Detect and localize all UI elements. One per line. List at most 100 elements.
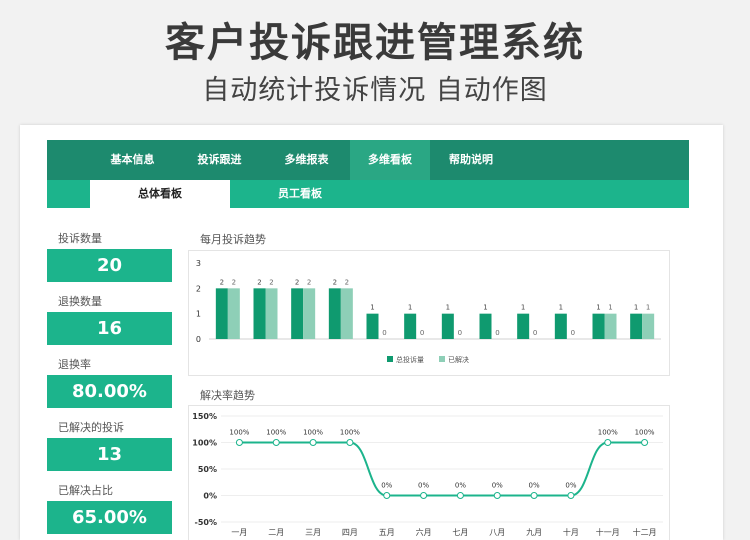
bar-data-label: 0 [382, 329, 386, 337]
bar-data-label: 1 [370, 304, 374, 312]
bar-data-label: 2 [333, 278, 337, 286]
bar-data-label: 1 [596, 304, 600, 312]
line-point [530, 492, 538, 499]
bar-resolved [340, 288, 353, 339]
dashboard-sheet: 基本信息 投诉跟进 多维报表 多维看板 帮助说明 总体看板 员工看板 投诉数量 … [20, 125, 723, 540]
bar-data-label: 0 [420, 329, 424, 337]
bar-data-label: 0 [571, 329, 575, 337]
y-tick-label: 0% [203, 492, 217, 501]
x-tick-label: 十一月 [596, 527, 620, 537]
y-tick-label: 150% [192, 412, 217, 421]
line-data-label: 100% [340, 429, 360, 437]
line-point [456, 492, 464, 499]
bar-data-label: 2 [220, 278, 224, 286]
y-tick-label: 3 [196, 259, 201, 268]
y-tick-label: 100% [192, 439, 217, 448]
x-tick-label: 十月 [563, 527, 579, 537]
bar-resolved [604, 313, 617, 339]
x-tick-label: 二月 [268, 528, 284, 537]
hero-title: 客户投诉跟进管理系统 [165, 20, 585, 66]
kpi-label-return-rate: 退换率 [58, 358, 91, 371]
main-nav: 基本信息 投诉跟进 多维报表 多维看板 帮助说明 [47, 140, 689, 180]
kpi-value-return-rate: 80.00% [47, 375, 172, 408]
bar-total [554, 313, 567, 339]
bar-data-label: 1 [408, 304, 412, 312]
line-data-label: 100% [266, 429, 286, 437]
bar-data-label: 2 [269, 278, 273, 286]
line-point [309, 439, 317, 446]
bar-data-label: 2 [295, 278, 299, 286]
legend-swatch [387, 356, 393, 362]
bar-data-label: 2 [307, 278, 311, 286]
tab-help[interactable]: 帮助说明 [430, 140, 512, 180]
x-tick-label: 五月 [379, 528, 395, 537]
x-tick-label: 九月 [526, 528, 542, 537]
kpi-label-resolved: 已解决的投诉 [58, 421, 124, 434]
line-data-label: 0% [455, 482, 466, 490]
kpi-label-complaints: 投诉数量 [58, 232, 102, 245]
x-tick-label: 六月 [416, 527, 432, 537]
kpi-value-resolved-ratio: 65.00% [47, 501, 172, 534]
bar-total [215, 288, 228, 339]
bar-total [592, 313, 605, 339]
y-tick-label: 1 [196, 310, 201, 319]
x-tick-label: 四月 [342, 528, 358, 537]
tab-overall-dashboard[interactable]: 总体看板 [90, 180, 230, 208]
line-data-label: 100% [598, 429, 618, 437]
line-point [420, 492, 428, 499]
kpi-value-returns: 16 [47, 312, 172, 345]
x-tick-label: 八月 [489, 528, 505, 537]
monthly-bar-chart-panel: 0 1 2 3 2 2 2 2 2 2 2 2 1 0 1 0 1 0 1 0 1 0 1 0 1 1 1 1 总投诉量 已解决 [188, 250, 670, 376]
bar-total [441, 313, 454, 339]
line-data-label: 100% [303, 429, 323, 437]
x-tick-label: 七月 [452, 528, 468, 537]
legend-swatch [439, 356, 445, 362]
monthly-bar-chart: 01232 2 2 2 2 2 2 21010101010101 1 1 1总投诉量 已解决 [196, 259, 661, 364]
resolution-line-chart: -50% 0% 50% 100% 150% 100% 一月 100% 二月 100% 三月 100% 四… [192, 412, 663, 537]
kpi-value-complaints: 20 [47, 249, 172, 282]
y-tick-label: 2 [196, 284, 201, 293]
hero-subtitle: 自动统计投诉情况 自动作图 [202, 75, 548, 106]
bar-total [479, 313, 492, 339]
tab-staff-dashboard[interactable]: 员工看板 [230, 180, 370, 208]
bar-data-label: 2 [232, 278, 236, 286]
bar-data-label: 1 [483, 304, 487, 312]
line-point [272, 439, 280, 446]
bar-data-label: 0 [458, 329, 462, 337]
line-data-label: 100% [229, 429, 249, 437]
line-data-label: 0% [381, 482, 392, 490]
line-point [641, 439, 649, 446]
line-point [235, 439, 243, 446]
bar-data-label: 0 [495, 329, 499, 337]
tab-multi-dashboard[interactable]: 多维看板 [350, 140, 430, 180]
resolution-line-chart-panel: -50% 0% 50% 100% 150% 100% 一月 100% 二月 100% 三月 100% 四… [188, 405, 670, 540]
x-tick-label: 三月 [305, 528, 321, 537]
bar-total [366, 313, 379, 339]
bar-data-label: 1 [521, 304, 525, 312]
line-data-label: 0% [529, 482, 540, 490]
bar-total [253, 288, 266, 339]
bar-resolved [227, 288, 240, 339]
sub-nav: 总体看板 员工看板 [47, 180, 689, 208]
bar-total [517, 313, 530, 339]
bar-resolved [265, 288, 278, 339]
legend-label: 总投诉量 [396, 355, 424, 364]
line-data-label: 0% [418, 482, 429, 490]
bar-resolved [642, 313, 655, 339]
kpi-label-returns: 退换数量 [58, 295, 102, 308]
tab-basic-info[interactable]: 基本信息 [89, 140, 176, 180]
monthly-trend-title: 每月投诉趋势 [200, 233, 266, 246]
bar-data-label: 1 [446, 304, 450, 312]
bar-data-label: 1 [646, 304, 650, 312]
line-point [493, 492, 501, 499]
bar-resolved [303, 288, 316, 339]
resolution-trend-title: 解决率趋势 [200, 389, 255, 402]
bar-data-label: 2 [345, 278, 349, 286]
legend-label: 已解决 [448, 355, 469, 364]
line-data-label: 0% [492, 482, 503, 490]
tab-multi-report[interactable]: 多维报表 [263, 140, 350, 180]
line-point [346, 439, 354, 446]
kpi-label-resolved-ratio: 已解决占比 [58, 484, 113, 497]
tab-complaint-followup[interactable]: 投诉跟进 [176, 140, 263, 180]
